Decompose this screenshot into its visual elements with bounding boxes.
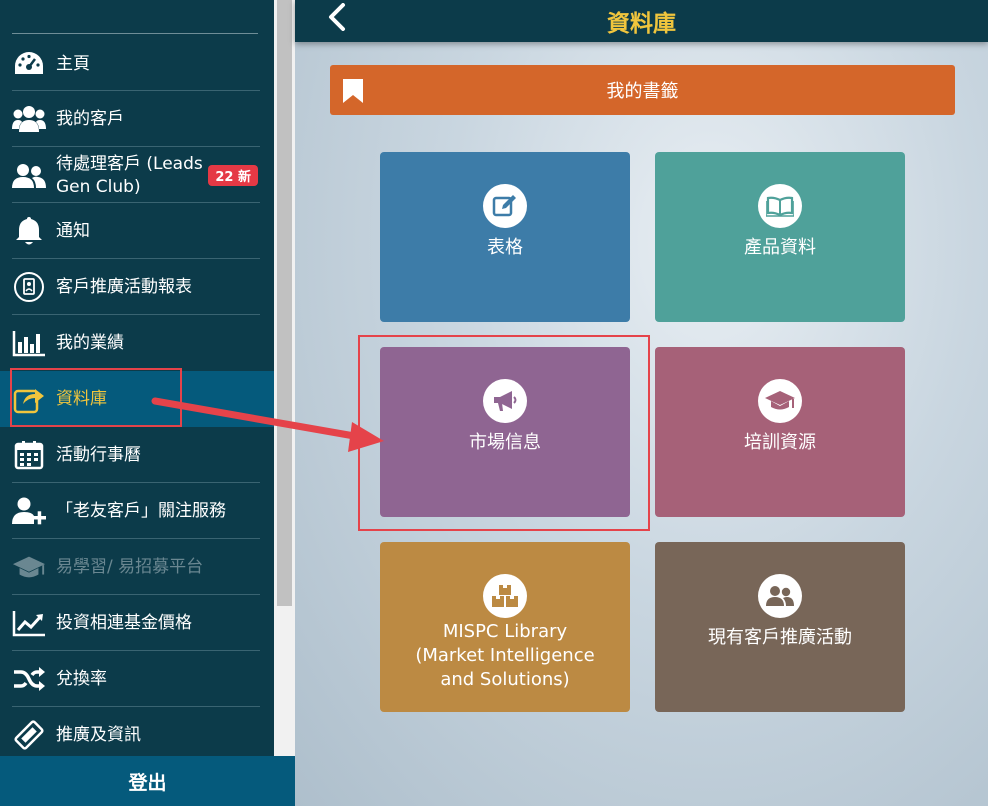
edit-icon: [483, 184, 527, 228]
users-icon: [758, 574, 802, 618]
bell-icon: [12, 214, 46, 248]
graduation-cap-icon: [12, 550, 46, 584]
sidebar-item-label: 活動行事曆: [56, 444, 141, 465]
bookmark-label: 我的書籤: [606, 81, 679, 102]
sidebar-item-label: 兌換率: [56, 668, 107, 689]
sidebar-item-label: 投資相連基金價格: [56, 612, 192, 633]
graduation-cap-icon: [758, 379, 802, 423]
logout-button[interactable]: 登出: [0, 756, 295, 806]
divider: [12, 202, 260, 203]
sidebar-item-label: 待處理客戶 (Leads Gen Club): [56, 154, 203, 197]
sidebar-item-label: 我的客戶: [56, 108, 124, 129]
divider: [12, 650, 260, 651]
tile-label: MISPC Library (Market Intelligence and Sol…: [415, 621, 595, 690]
sidebar-item-label: 客戶推廣活動報表: [56, 276, 192, 297]
sidebar-item-label: 我的業績: [56, 332, 124, 353]
sidebar-item-promotions[interactable]: 推廣及資訊: [0, 716, 260, 754]
scrollbar-thumb[interactable]: [277, 0, 292, 606]
book-icon: [758, 184, 802, 228]
sidebar-item-learning-platform[interactable]: 易學習/ 易招募平台: [0, 548, 260, 586]
divider: [12, 538, 260, 539]
divider: [12, 314, 260, 315]
sidebar-item-event-calendar[interactable]: 活動行事曆: [0, 436, 260, 474]
sidebar-item-my-clients[interactable]: 我的客戶: [0, 100, 260, 138]
tile-training-resources[interactable]: 培訓資源: [655, 347, 905, 517]
tile-label: 現有客戶推廣活動: [708, 627, 852, 648]
sidebar-item-label: 易學習/ 易招募平台: [56, 556, 204, 577]
sidebar-item-label: 「老友客戶」關注服務: [56, 500, 226, 521]
users-icon: [12, 102, 46, 136]
sidebar-item-exchange-rate[interactable]: 兌換率: [0, 660, 260, 698]
sidebar-item-home[interactable]: 主頁: [0, 45, 260, 83]
bookmark-button[interactable]: 我的書籤: [330, 65, 955, 115]
page-title: 資料庫: [607, 11, 676, 37]
sidebar-item-my-performance[interactable]: 我的業績: [0, 324, 260, 362]
tile-product-info[interactable]: 產品資料: [655, 152, 905, 322]
user-group-icon: [12, 159, 46, 193]
sidebar-item-campaign-report[interactable]: 客戶推廣活動報表: [0, 268, 260, 306]
line-chart-icon: [12, 606, 46, 640]
ticket-icon: [12, 718, 46, 752]
tile-mispc-library[interactable]: MISPC Library (Market Intelligence and Sol…: [380, 542, 630, 712]
bookmark-icon: [342, 78, 364, 109]
divider: [12, 482, 260, 483]
divider: [12, 33, 258, 34]
divider: [12, 258, 260, 259]
divider: [12, 594, 260, 595]
report-icon: [12, 270, 46, 304]
sidebar-item-old-friend-service[interactable]: 「老友客戶」關注服務: [0, 492, 260, 530]
add-user-icon: [12, 494, 46, 528]
tile-forms[interactable]: 表格: [380, 152, 630, 322]
tile-label: 表格: [487, 237, 523, 258]
sidebar-item-label: 通知: [56, 220, 90, 241]
tile-label: 培訓資源: [744, 432, 816, 453]
divider: [12, 90, 260, 91]
sidebar-item-fund-prices[interactable]: 投資相連基金價格: [0, 604, 260, 642]
annotation-highlight: [10, 368, 182, 427]
calendar-icon: [12, 438, 46, 472]
divider: [12, 706, 260, 707]
tile-client-campaigns[interactable]: 現有客戶推廣活動: [655, 542, 905, 712]
sidebar-item-notifications[interactable]: 通知: [0, 212, 260, 250]
divider: [12, 146, 260, 147]
boxes-icon: [483, 574, 527, 618]
tile-label: 產品資料: [744, 237, 816, 258]
sidebar-item-label: 推廣及資訊: [56, 724, 141, 745]
shuffle-icon: [12, 662, 46, 696]
header: 資料庫: [295, 0, 988, 42]
annotation-highlight: [358, 335, 650, 531]
bar-chart-icon: [12, 326, 46, 360]
status-badge: 22 新: [208, 165, 258, 186]
dashboard-icon: [12, 47, 46, 81]
sidebar-item-label: 主頁: [56, 53, 90, 74]
sidebar-item-leads[interactable]: 待處理客戶 (Leads Gen Club) 22 新: [0, 152, 260, 200]
